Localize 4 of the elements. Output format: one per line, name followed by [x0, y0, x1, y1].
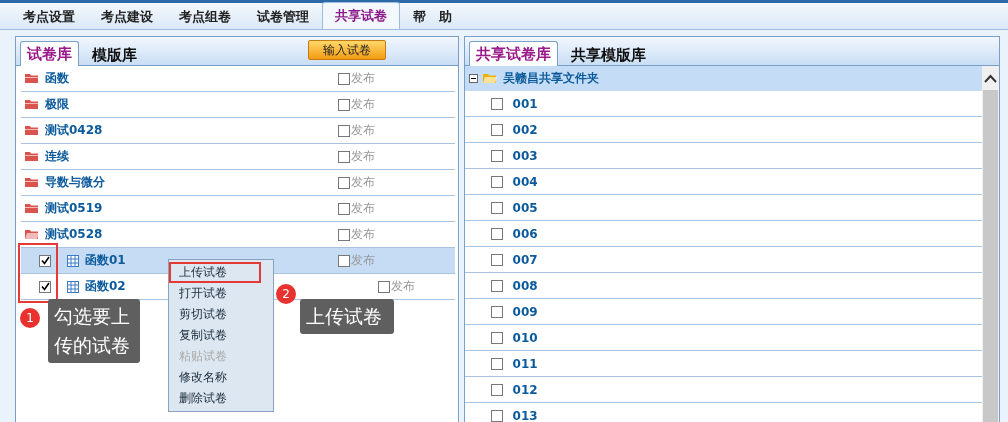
step-badge: 1 — [20, 308, 40, 328]
callout: 勾选要上传的试卷 — [48, 299, 140, 363]
step-badge: 2 — [276, 284, 296, 304]
callout: 上传试卷 — [300, 299, 394, 334]
